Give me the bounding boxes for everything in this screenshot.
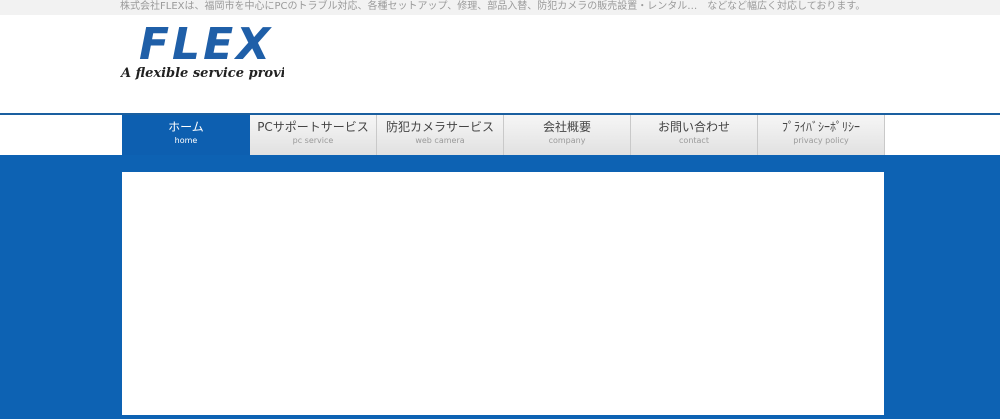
top-info-bar: 株式会社FLEXは、福岡市を中心にPCのトラブル対応、各種セットアップ、修理、部… — [0, 0, 1000, 15]
nav-item-home[interactable]: ホーム home — [122, 115, 250, 155]
nav-item-label: PCサポートサービス — [257, 120, 369, 134]
nav-item-pc-service[interactable]: PCサポートサービス pc service — [250, 115, 377, 155]
logo-tagline: A flexible service provider — [119, 66, 284, 81]
nav-item-label: 防犯カメラサービス — [385, 120, 494, 134]
nav-item-company[interactable]: 会社概要 company — [504, 115, 631, 155]
nav-item-sublabel: contact — [679, 136, 709, 145]
nav-item-camera-service[interactable]: 防犯カメラサービス web camera — [377, 115, 504, 155]
nav-item-sublabel: company — [548, 136, 586, 145]
flex-logo[interactable]: FLEX A flexible service provider — [119, 17, 284, 83]
nav-item-sublabel: web camera — [415, 136, 465, 145]
nav-item-label: ホーム — [168, 120, 204, 134]
nav-item-privacy-policy[interactable]: ﾌﾟﾗｲﾊﾞｼｰﾎﾟﾘｼｰ privacy policy — [758, 115, 885, 155]
nav-item-label: お問い合わせ — [657, 120, 730, 134]
main-content-panel — [122, 172, 884, 415]
logo-wordmark: FLEX — [139, 19, 273, 70]
nav-item-sublabel: privacy policy — [793, 136, 849, 145]
nav-item-label: 会社概要 — [542, 120, 591, 134]
nav-item-sublabel: pc service — [292, 136, 334, 145]
nav-item-sublabel: home — [174, 136, 198, 145]
global-navigation: ホーム home PCサポートサービス pc service 防犯カメラサービス… — [122, 115, 885, 155]
nav-item-label: ﾌﾟﾗｲﾊﾞｼｰﾎﾟﾘｼｰ — [781, 120, 860, 134]
company-intro-text: 株式会社FLEXは、福岡市を中心にPCのトラブル対応、各種セットアップ、修理、部… — [120, 1, 866, 12]
nav-item-contact[interactable]: お問い合わせ contact — [631, 115, 758, 155]
